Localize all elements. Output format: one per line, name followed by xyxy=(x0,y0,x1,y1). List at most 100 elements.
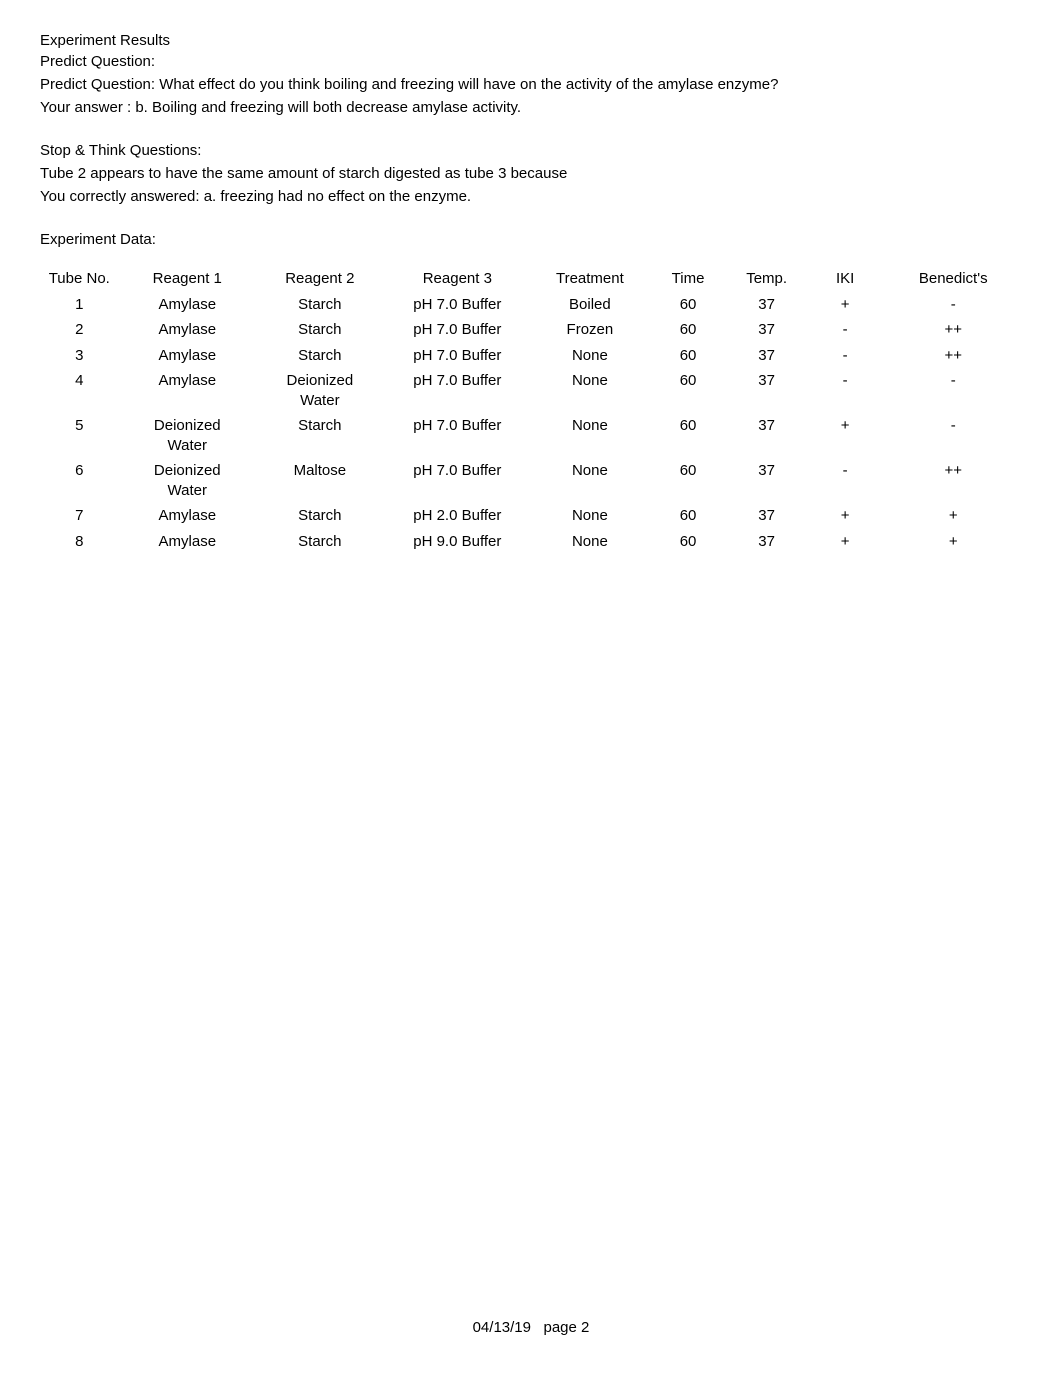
cell-iki: - xyxy=(806,458,885,503)
cell-time: 60 xyxy=(649,503,728,529)
cell-temp: 37 xyxy=(727,317,806,343)
cell-reagent2: Starch xyxy=(256,413,384,458)
cell-iki: - xyxy=(806,317,885,343)
cell-reagent3: pH 7.0 Buffer xyxy=(384,343,531,369)
cell-tube-no: 3 xyxy=(40,343,119,369)
cell-tube-no: 4 xyxy=(40,368,119,413)
cell-benedicts: + xyxy=(884,529,1022,555)
cell-temp: 37 xyxy=(727,503,806,529)
header-benedicts: Benedict's xyxy=(884,266,1022,292)
predict-question-label: Predict Question: xyxy=(40,51,1022,72)
cell-treatment: None xyxy=(531,413,649,458)
cell-reagent2: Starch xyxy=(256,292,384,318)
footer-date: 04/13/19 xyxy=(473,1319,531,1336)
header-time: Time xyxy=(649,266,728,292)
cell-reagent3: pH 7.0 Buffer xyxy=(384,317,531,343)
cell-reagent1: Amylase xyxy=(119,529,256,555)
experiment-data-heading: Experiment Data: xyxy=(40,229,1022,250)
cell-reagent1: DeionizedWater xyxy=(119,413,256,458)
cell-treatment: Frozen xyxy=(531,317,649,343)
cell-reagent3: pH 7.0 Buffer xyxy=(384,368,531,413)
cell-tube-no: 8 xyxy=(40,529,119,555)
cell-reagent1: Amylase xyxy=(119,317,256,343)
cell-reagent3: pH 2.0 Buffer xyxy=(384,503,531,529)
cell-reagent2: Starch xyxy=(256,503,384,529)
cell-time: 60 xyxy=(649,458,728,503)
cell-benedicts: ++ xyxy=(884,458,1022,503)
table-header-row: Tube No. Reagent 1 Reagent 2 Reagent 3 T… xyxy=(40,266,1022,292)
cell-benedicts: - xyxy=(884,292,1022,318)
table-row: 4AmylaseDeionizedWaterpH 7.0 BufferNone6… xyxy=(40,368,1022,413)
cell-tube-no: 7 xyxy=(40,503,119,529)
header-reagent1: Reagent 1 xyxy=(119,266,256,292)
cell-treatment: None xyxy=(531,368,649,413)
cell-benedicts: - xyxy=(884,413,1022,458)
your-answer-text: Your answer : b. Boiling and freezing wi… xyxy=(40,97,1022,118)
cell-temp: 37 xyxy=(727,413,806,458)
stop-think-answer: You correctly answered: a. freezing had … xyxy=(40,186,1022,207)
table-row: 3AmylaseStarchpH 7.0 BufferNone6037-++ xyxy=(40,343,1022,369)
cell-reagent3: pH 7.0 Buffer xyxy=(384,458,531,503)
cell-reagent2: DeionizedWater xyxy=(256,368,384,413)
cell-time: 60 xyxy=(649,368,728,413)
cell-iki: + xyxy=(806,503,885,529)
cell-iki: - xyxy=(806,368,885,413)
table-row: 7AmylaseStarchpH 2.0 BufferNone6037++ xyxy=(40,503,1022,529)
header-tube-no: Tube No. xyxy=(40,266,119,292)
cell-treatment: None xyxy=(531,503,649,529)
header-reagent2: Reagent 2 xyxy=(256,266,384,292)
stop-think-heading: Stop & Think Questions: xyxy=(40,140,1022,161)
cell-reagent3: pH 7.0 Buffer xyxy=(384,413,531,458)
cell-temp: 37 xyxy=(727,529,806,555)
cell-tube-no: 6 xyxy=(40,458,119,503)
cell-iki: + xyxy=(806,529,885,555)
cell-reagent1: Amylase xyxy=(119,503,256,529)
cell-reagent1: DeionizedWater xyxy=(119,458,256,503)
cell-temp: 37 xyxy=(727,292,806,318)
table-row: 8AmylaseStarchpH 9.0 BufferNone6037++ xyxy=(40,529,1022,555)
table-row: 5DeionizedWaterStarchpH 7.0 BufferNone60… xyxy=(40,413,1022,458)
cell-time: 60 xyxy=(649,343,728,369)
cell-benedicts: + xyxy=(884,503,1022,529)
cell-reagent3: pH 9.0 Buffer xyxy=(384,529,531,555)
cell-treatment: None xyxy=(531,343,649,369)
table-row: 6DeionizedWaterMaltosepH 7.0 BufferNone6… xyxy=(40,458,1022,503)
page-footer: 04/13/19 page 2 xyxy=(0,1319,1062,1336)
table-row: 1AmylaseStarchpH 7.0 BufferBoiled6037+- xyxy=(40,292,1022,318)
cell-iki: + xyxy=(806,413,885,458)
predict-question-text: Predict Question: What effect do you thi… xyxy=(40,74,1022,95)
cell-tube-no: 1 xyxy=(40,292,119,318)
cell-iki: - xyxy=(806,343,885,369)
header-treatment: Treatment xyxy=(531,266,649,292)
experiment-data-table: Tube No. Reagent 1 Reagent 2 Reagent 3 T… xyxy=(40,266,1022,554)
header-iki: IKI xyxy=(806,266,885,292)
experiment-results-heading: Experiment Results xyxy=(40,32,1022,49)
cell-benedicts: - xyxy=(884,368,1022,413)
cell-time: 60 xyxy=(649,317,728,343)
table-row: 2AmylaseStarchpH 7.0 BufferFrozen6037-++ xyxy=(40,317,1022,343)
cell-reagent1: Amylase xyxy=(119,343,256,369)
cell-tube-no: 5 xyxy=(40,413,119,458)
cell-tube-no: 2 xyxy=(40,317,119,343)
header-reagent3: Reagent 3 xyxy=(384,266,531,292)
cell-temp: 37 xyxy=(727,343,806,369)
cell-treatment: Boiled xyxy=(531,292,649,318)
cell-iki: + xyxy=(806,292,885,318)
cell-temp: 37 xyxy=(727,368,806,413)
header-temp: Temp. xyxy=(727,266,806,292)
cell-time: 60 xyxy=(649,529,728,555)
cell-reagent2: Starch xyxy=(256,317,384,343)
cell-treatment: None xyxy=(531,458,649,503)
stop-think-question: Tube 2 appears to have the same amount o… xyxy=(40,163,1022,184)
cell-reagent2: Starch xyxy=(256,529,384,555)
cell-reagent1: Amylase xyxy=(119,368,256,413)
cell-time: 60 xyxy=(649,413,728,458)
cell-reagent2: Starch xyxy=(256,343,384,369)
cell-treatment: None xyxy=(531,529,649,555)
cell-benedicts: ++ xyxy=(884,343,1022,369)
cell-benedicts: ++ xyxy=(884,317,1022,343)
cell-reagent3: pH 7.0 Buffer xyxy=(384,292,531,318)
cell-temp: 37 xyxy=(727,458,806,503)
cell-reagent2: Maltose xyxy=(256,458,384,503)
footer-page: page 2 xyxy=(544,1319,590,1336)
